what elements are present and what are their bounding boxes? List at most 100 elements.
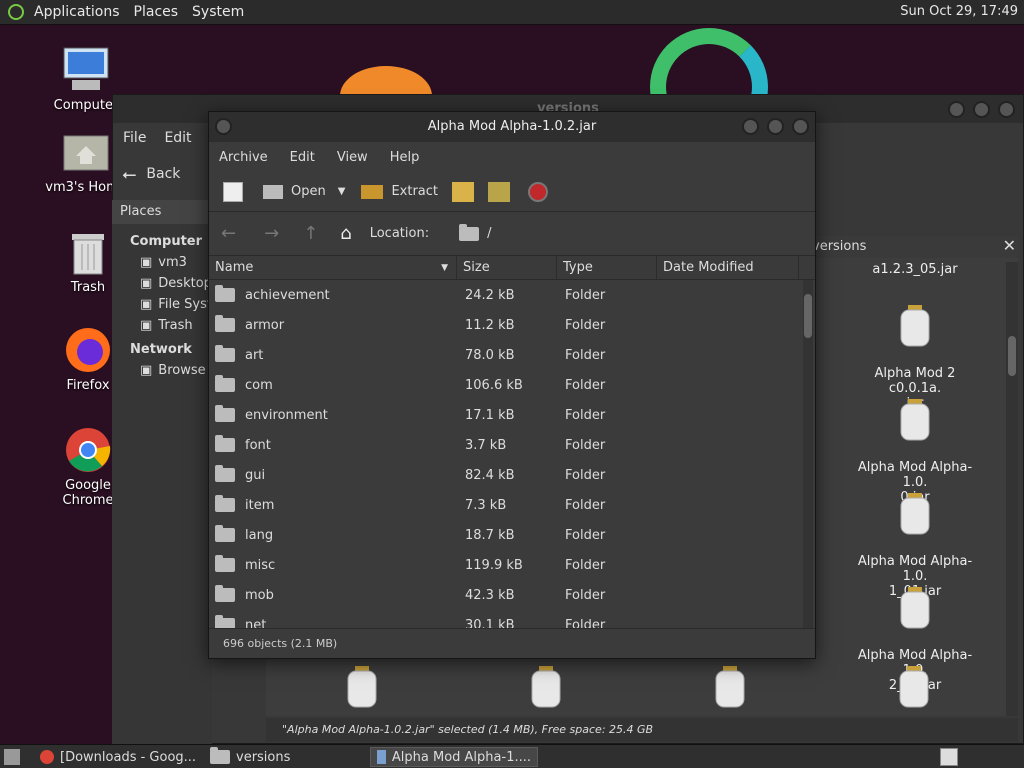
column-header-name[interactable]: Name ▼ [209,256,457,279]
jar-file-icon[interactable] [346,666,378,712]
table-row[interactable]: art 78.0 kB Folder [209,340,815,370]
stop-button[interactable] [528,181,548,202]
add-files-icon [452,181,474,202]
sidebar-item-desktop[interactable]: ▣ Desktop [112,273,212,294]
home-folder-icon [62,128,110,176]
location-path[interactable]: / [487,226,491,241]
row-type-cell: Folder [565,407,606,423]
table-row[interactable]: gui 82.4 kB Folder [209,460,815,490]
sidebar-section-computer: Computer [130,234,203,249]
archive-file-list: achievement 24.2 kB Folder armor 11.2 kB Fold… [209,280,815,632]
row-size-cell: 11.2 kB [465,317,515,333]
forward-arrow-icon[interactable]: → [264,223,279,244]
top-panel: Applications Places System Sun Oct 29, 1… [0,0,1024,25]
sidebar-item-vm3[interactable]: ▣ vm3 [112,252,212,273]
table-row[interactable]: armor 11.2 kB Folder [209,310,815,340]
show-desktop-icon[interactable] [4,749,20,765]
help-menu[interactable]: Help [390,150,420,165]
workspace-switcher[interactable] [940,748,958,766]
archive-status: 696 objects (2.1 MB) [209,628,815,658]
archive-title-bar[interactable]: Alpha Mod Alpha-1.0.2.jar [209,112,815,142]
taskbar-item-versions[interactable]: versions [204,747,364,767]
table-row[interactable]: com 106.6 kB Folder [209,370,815,400]
edit-menu[interactable]: Edit [164,130,191,146]
drive-icon: ▣ [140,297,153,312]
sidebar-item-filesystem[interactable]: ▣File System [112,294,212,315]
table-row[interactable]: item 7.3 kB Folder [209,490,815,520]
file-manager-scrollbar[interactable] [1006,262,1018,716]
column-header-date[interactable]: Date Modified [657,256,799,279]
places-sidebar: Places Computer ▣vm3 ▣Desktop ▣File Syst… [112,200,212,744]
add-folder-button[interactable] [488,181,510,202]
back-button[interactable]: Back [146,166,180,182]
archive-scrollbar[interactable] [803,280,813,632]
table-row[interactable]: font 3.7 kB Folder [209,430,815,460]
tab-label: versions [812,239,867,254]
jar-file-icon [899,399,931,441]
minimize-button[interactable] [742,118,759,135]
open-button[interactable]: Open [263,184,326,199]
applications-menu[interactable]: Applications [34,4,120,20]
column-header-size[interactable]: Size [457,256,557,279]
clock[interactable]: Sun Oct 29, 17:49 [900,4,1018,19]
menu-logo-icon[interactable] [8,4,24,20]
jar-file-icon[interactable] [714,666,746,712]
network-icon: ▣ [140,363,153,378]
row-type-cell: Folder [565,377,606,393]
minimize-button[interactable] [948,101,965,118]
desktop-icon-label: Trash [70,280,106,295]
table-row[interactable]: mob 42.3 kB Folder [209,580,815,610]
table-row[interactable]: achievement 24.2 kB Folder [209,280,815,310]
window-menu-button[interactable] [215,118,232,135]
file-manager-tab[interactable]: versions ✕ [812,236,1018,258]
row-size-cell: 78.0 kB [465,347,515,363]
location-label: Location: [369,226,430,241]
extract-button[interactable]: Extract [361,184,438,199]
edit-menu[interactable]: Edit [290,150,315,165]
folder-icon [215,285,235,302]
open-dropdown-icon[interactable]: ▼ [338,186,346,197]
row-type-cell: Folder [565,317,606,333]
taskbar-item-archive[interactable]: Alpha Mod Alpha-1.... [370,747,538,767]
file-menu[interactable]: File [123,130,146,146]
row-name-cell: mob [209,585,457,603]
column-header-type[interactable]: Type [557,256,657,279]
row-name-cell: environment [209,405,457,423]
close-button[interactable] [998,101,1015,118]
table-row[interactable]: misc 119.9 kB Folder [209,550,815,580]
file-item[interactable]: a1.2.3_05.jar [850,262,980,277]
add-files-button[interactable] [452,181,474,202]
taskbar-item-chrome[interactable]: [Downloads - Goog... [34,747,204,767]
maximize-button[interactable] [767,118,784,135]
tab-close-icon[interactable]: ✕ [1003,236,1016,255]
jar-file-icon[interactable] [530,666,562,712]
folder-icon [215,345,235,362]
archive-menu[interactable]: Archive [219,150,268,165]
archive-manager-window: Alpha Mod Alpha-1.0.2.jar Archive Edit V… [208,111,816,659]
up-arrow-icon[interactable]: ↑ [303,223,318,244]
table-row[interactable]: environment 17.1 kB Folder [209,400,815,430]
folder-icon [210,747,230,764]
extract-icon [361,184,384,199]
system-menu[interactable]: System [192,4,244,20]
location-folder-icon [459,223,480,241]
maximize-button[interactable] [973,101,990,118]
row-name-cell: armor [209,315,457,333]
table-row[interactable]: lang 18.7 kB Folder [209,520,815,550]
sidebar-item-browse-network[interactable]: ▣Browse Network [112,360,212,381]
places-menu[interactable]: Places [134,4,179,20]
bottom-panel: [Downloads - Goog... versions Alpha Mod … [0,744,1024,768]
row-type-cell: Folder [565,587,606,603]
new-archive-button[interactable] [223,181,243,202]
back-arrow-icon[interactable]: ← [221,223,236,244]
view-menu[interactable]: View [337,150,368,165]
back-arrow-icon[interactable]: ⭠ [122,164,136,185]
chrome-icon [64,426,112,474]
close-button[interactable] [792,118,809,135]
sidebar-item-trash[interactable]: ▣ Trash [112,315,212,336]
jar-file-icon[interactable] [898,666,930,712]
home-icon[interactable]: ⌂ [340,223,351,244]
row-name-cell: lang [209,525,457,543]
row-name-cell: font [209,435,457,453]
places-header[interactable]: Places [112,200,212,224]
